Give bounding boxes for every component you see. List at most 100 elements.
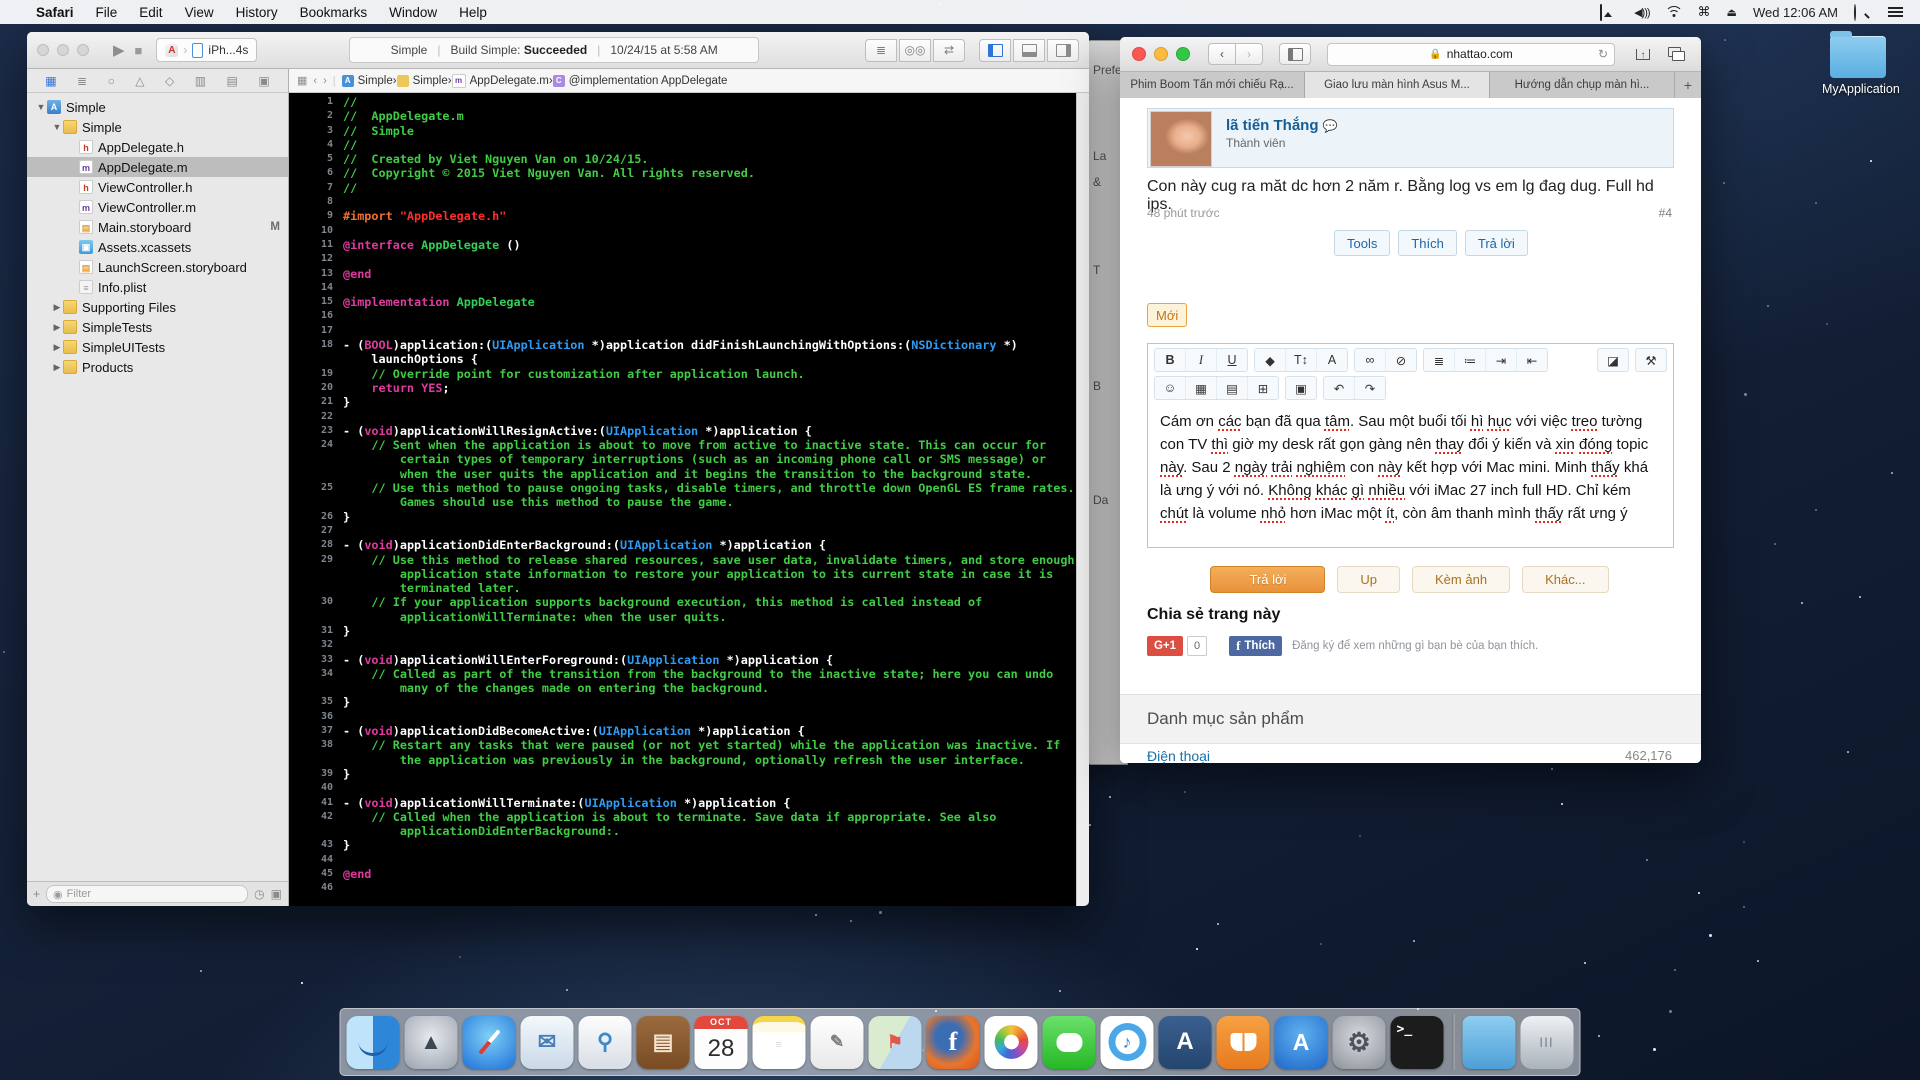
- disclosure-triangle[interactable]: ▶: [51, 342, 63, 353]
- safari-minimize-button[interactable]: [1154, 47, 1168, 61]
- spotlight-icon[interactable]: [1854, 5, 1872, 19]
- underline-button[interactable]: U: [1217, 349, 1247, 371]
- scm-status-icon[interactable]: ▣: [271, 887, 282, 901]
- photos-dock-icon[interactable]: [985, 1016, 1038, 1069]
- project-navigator-icon[interactable]: ▦: [45, 74, 56, 88]
- code-line[interactable]: 23- (void)applicationWillResignActive:(U…: [289, 424, 1076, 438]
- code-line[interactable]: 28- (void)applicationDidEnterBackground:…: [289, 538, 1076, 552]
- stop-button[interactable]: ■: [135, 43, 143, 58]
- code-line[interactable]: 30 // If your application supports backg…: [289, 595, 1076, 609]
- reply-editor[interactable]: B I U ◆ T↕ A ∞ ⊘ ≣ ≔: [1147, 343, 1674, 548]
- code-line[interactable]: 12: [289, 252, 1076, 266]
- share-icon[interactable]: ↑: [1631, 49, 1655, 60]
- code-line[interactable]: 31}: [289, 624, 1076, 638]
- code-line[interactable]: terminated later.: [289, 581, 1076, 595]
- insert-image-button[interactable]: ▦: [1186, 377, 1217, 399]
- editor-scrollbar[interactable]: [1076, 93, 1089, 906]
- preview-dock-icon[interactable]: ⚲: [579, 1016, 632, 1069]
- code-line[interactable]: 11@interface AppDelegate (): [289, 238, 1076, 252]
- file-row-launchscreen-storyboard[interactable]: ▤LaunchScreen.storyboard: [27, 257, 288, 277]
- insert-media-button[interactable]: ▤: [1217, 377, 1248, 399]
- assistant-editor-button[interactable]: ◎◎: [899, 39, 931, 62]
- add-file-button[interactable]: +: [33, 887, 40, 901]
- disclosure-triangle[interactable]: ▶: [51, 362, 63, 373]
- breadcrumb-item[interactable]: Simple: [397, 75, 448, 87]
- volume-icon[interactable]: ◀))): [1634, 6, 1649, 19]
- code-line[interactable]: 35}: [289, 695, 1076, 709]
- code-line[interactable]: Games should use this method to pause th…: [289, 495, 1076, 509]
- reply-button-kh-c-[interactable]: Khác...: [1522, 566, 1608, 593]
- code-line[interactable]: 10: [289, 224, 1076, 238]
- ibooks-dock-icon[interactable]: [1217, 1016, 1270, 1069]
- code-line[interactable]: many of the changes made on entering the…: [289, 681, 1076, 695]
- file-row-appdelegate-m[interactable]: mAppDelegate.m: [27, 157, 288, 177]
- reply-button-k-m-nh[interactable]: Kèm ảnh: [1412, 566, 1510, 593]
- code-line[interactable]: 32: [289, 638, 1076, 652]
- code-line[interactable]: 15@implementation AppDelegate: [289, 295, 1076, 309]
- outdent-button[interactable]: ⇤: [1517, 349, 1547, 371]
- menu-bar-clock[interactable]: Wed 12:06 AM: [1753, 5, 1838, 20]
- tab-inactive[interactable]: Phim Boom Tấn mới chiếu Rạ...: [1120, 72, 1305, 98]
- menu-item-edit[interactable]: Edit: [139, 5, 162, 20]
- input-menu-icon[interactable]: ⌘: [1698, 4, 1711, 20]
- code-line[interactable]: 38 // Restart any tasks that were paused…: [289, 738, 1076, 752]
- menu-item-history[interactable]: History: [236, 5, 278, 20]
- numbered-list-button[interactable]: ≔: [1455, 349, 1486, 371]
- folder-dock-icon[interactable]: [1463, 1016, 1516, 1069]
- navigator-panel-button[interactable]: [979, 39, 1011, 62]
- code-line[interactable]: 17: [289, 324, 1076, 338]
- post-button-thích[interactable]: Thích: [1398, 230, 1457, 256]
- back-button[interactable]: ‹: [1208, 43, 1236, 65]
- xcode-dock-icon[interactable]: A: [1159, 1016, 1212, 1069]
- xcode-minimize-button[interactable]: [57, 44, 69, 56]
- code-line[interactable]: 14: [289, 281, 1076, 295]
- breadcrumb-item[interactable]: ASimple: [342, 75, 393, 87]
- code-line[interactable]: 40: [289, 781, 1076, 795]
- notification-center-icon[interactable]: [1888, 5, 1906, 19]
- code-line[interactable]: 43}: [289, 838, 1076, 852]
- issue-navigator-icon[interactable]: △: [135, 74, 144, 88]
- source-editor[interactable]: 1//2// AppDelegate.m3// Simple4//5// Cre…: [289, 93, 1089, 906]
- safari-dock-icon[interactable]: [463, 1016, 516, 1069]
- code-line[interactable]: the application was previously in the ba…: [289, 753, 1076, 767]
- bbcode-button[interactable]: ⚒: [1636, 349, 1666, 371]
- code-line[interactable]: when the user quits the application and …: [289, 467, 1076, 481]
- airplay-icon[interactable]: [1600, 5, 1618, 19]
- safari-close-button[interactable]: [1132, 47, 1146, 61]
- breakpoint-navigator-icon[interactable]: ▤: [227, 74, 238, 88]
- forward-button[interactable]: ›: [323, 75, 327, 87]
- eject-icon[interactable]: ⏏: [1727, 6, 1737, 19]
- file-row-simple[interactable]: ▼ASimple: [27, 97, 288, 117]
- remove-format-button[interactable]: ◪: [1598, 349, 1628, 371]
- facebook-like-button[interactable]: fThích: [1229, 636, 1282, 656]
- code-line[interactable]: 37- (void)applicationDidBecomeActive:(UI…: [289, 724, 1076, 738]
- code-line[interactable]: 13@end: [289, 267, 1076, 281]
- indent-button[interactable]: ⇥: [1486, 349, 1517, 371]
- username-link[interactable]: lã tiến Thắng 💬: [1226, 117, 1338, 134]
- gplus-button[interactable]: G+1: [1147, 636, 1183, 656]
- xcode-zoom-button[interactable]: [77, 44, 89, 56]
- post-time[interactable]: 48 phút trước: [1147, 206, 1220, 220]
- disclosure-triangle[interactable]: ▶: [51, 302, 63, 313]
- finder-dock-icon[interactable]: [347, 1016, 400, 1069]
- reply-textarea[interactable]: Cám ơn các bạn đã qua tâm. Sau một buổi …: [1148, 400, 1673, 535]
- code-line[interactable]: 25 // Use this method to pause ongoing t…: [289, 481, 1076, 495]
- launchpad-dock-icon[interactable]: ▲: [405, 1016, 458, 1069]
- file-row-simpleuitests[interactable]: ▶SimpleUITests: [27, 337, 288, 357]
- standard-editor-button[interactable]: ≣: [865, 39, 897, 62]
- file-row-products[interactable]: ▶Products: [27, 357, 288, 377]
- code-line[interactable]: 9#import "AppDelegate.h": [289, 209, 1076, 223]
- file-row-viewcontroller-m[interactable]: mViewController.m: [27, 197, 288, 217]
- wifi-icon[interactable]: [1666, 6, 1682, 18]
- code-line[interactable]: 24 // Sent when the application is about…: [289, 438, 1076, 452]
- calendar-dock-icon[interactable]: OCT28: [695, 1016, 748, 1069]
- test-navigator-icon[interactable]: ◇: [165, 74, 174, 88]
- related-items-icon[interactable]: ▦: [297, 74, 307, 87]
- file-row-supporting-files[interactable]: ▶Supporting Files: [27, 297, 288, 317]
- menu-app-name[interactable]: Safari: [36, 5, 74, 20]
- font-family-button[interactable]: A: [1317, 349, 1347, 371]
- desktop-folder-myapplication[interactable]: MyApplication: [1822, 36, 1894, 96]
- code-area[interactable]: 1//2// AppDelegate.m3// Simple4//5// Cre…: [289, 93, 1076, 906]
- code-line[interactable]: 19 // Override point for customization a…: [289, 367, 1076, 381]
- code-line[interactable]: application state information to restore…: [289, 567, 1076, 581]
